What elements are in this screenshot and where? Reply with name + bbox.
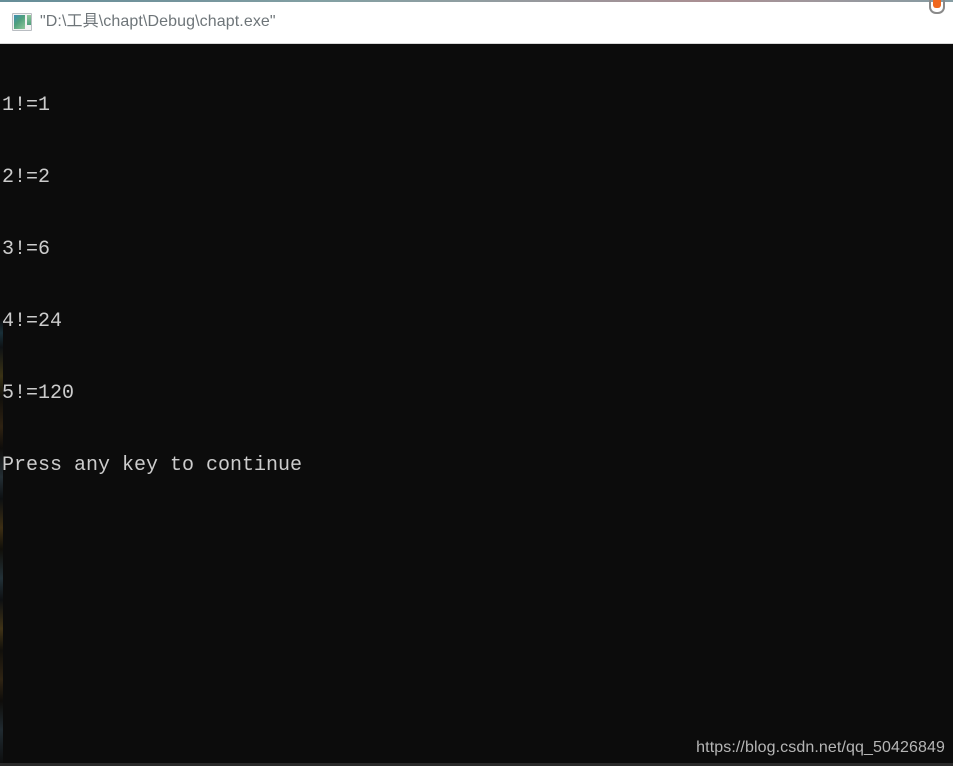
orange-u-glyph-icon — [929, 0, 945, 14]
console-prompt-line: Press any key to continue — [2, 454, 303, 477]
console-line: 2!=2 — [2, 166, 51, 189]
window-title: "D:\工具\chapt\Debug\chapt.exe" — [40, 13, 276, 30]
console-line: 4!=24 — [2, 310, 63, 333]
title-bar-top-accent-line — [0, 0, 953, 2]
watermark-url: https://blog.csdn.net/qq_50426849 — [696, 739, 945, 756]
console-line: 1!=1 — [2, 94, 51, 117]
console-line: 3!=6 — [2, 238, 51, 261]
console-application-window: "D:\工具\chapt\Debug\chapt.exe" 1!=1 2!=2 … — [0, 0, 953, 766]
title-bar[interactable]: "D:\工具\chapt\Debug\chapt.exe" — [0, 0, 953, 44]
console-app-icon-screen — [14, 15, 25, 29]
orange-u-glyph-fill — [933, 0, 941, 8]
console-text-block: 1!=1 2!=2 3!=6 4!=24 5!=120 Press any ke… — [2, 46, 302, 526]
console-app-icon-sidebar — [27, 15, 31, 25]
console-output-area[interactable]: 1!=1 2!=2 3!=6 4!=24 5!=120 Press any ke… — [0, 44, 953, 766]
console-line: 5!=120 — [2, 382, 75, 405]
console-app-icon — [12, 13, 32, 31]
